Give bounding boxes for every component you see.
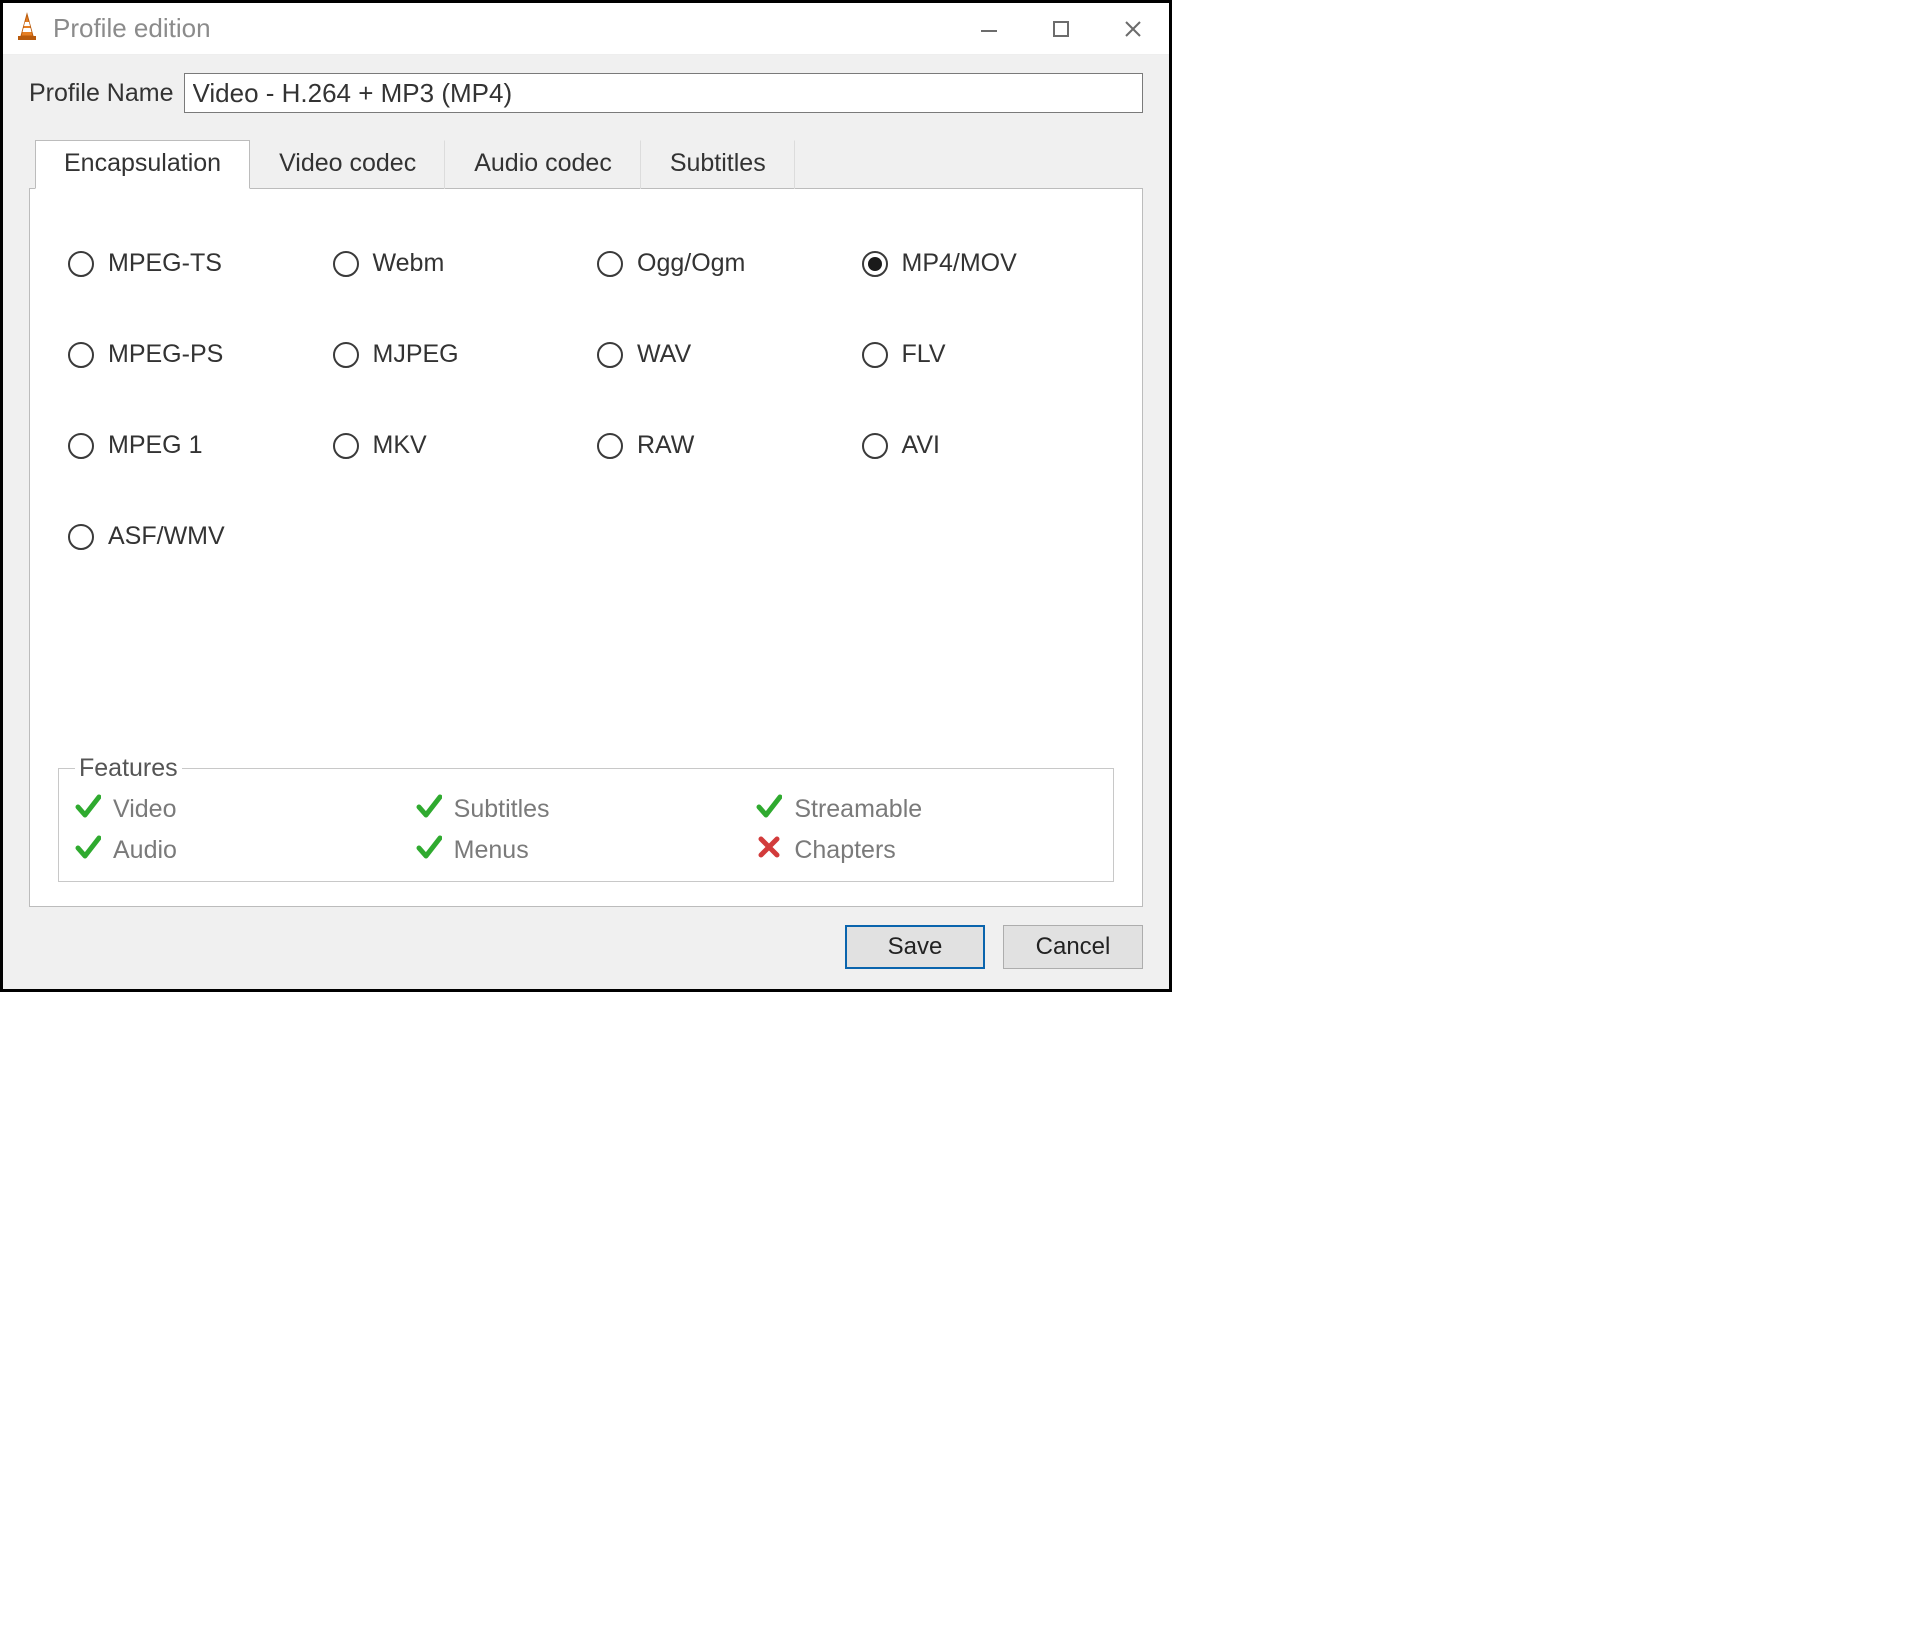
feature-label: Chapters (794, 836, 895, 865)
tab-strip: Encapsulation Video codec Audio codec Su… (35, 140, 1143, 189)
radio-label: MPEG-TS (108, 249, 222, 278)
radio-indicator-icon (333, 433, 359, 459)
radio-indicator-icon (333, 251, 359, 277)
radio-indicator-icon (68, 342, 94, 368)
save-button[interactable]: Save (845, 925, 985, 969)
radio-raw[interactable]: RAW (597, 431, 852, 460)
feature-label: Subtitles (454, 795, 550, 824)
tab-audio-codec[interactable]: Audio codec (445, 140, 641, 189)
radio-avi[interactable]: AVI (862, 431, 1117, 460)
radio-label: Ogg/Ogm (637, 249, 745, 278)
cancel-button[interactable]: Cancel (1003, 925, 1143, 969)
radio-webm[interactable]: Webm (333, 249, 588, 278)
vlc-cone-icon (13, 12, 41, 42)
feature-subtitles: Subtitles (416, 793, 757, 826)
feature-label: Audio (113, 836, 177, 865)
radio-label: MKV (373, 431, 427, 460)
radio-wav[interactable]: WAV (597, 340, 852, 369)
radio-mjpeg[interactable]: MJPEG (333, 340, 588, 369)
tab-label: Encapsulation (64, 149, 221, 177)
tab-panel-encapsulation: MPEG-TS Webm Ogg/Ogm MP4/MOV MPEG-PS MJPEG WAV… (29, 188, 1143, 907)
feature-menus: Menus (416, 834, 757, 867)
radio-indicator-icon (862, 342, 888, 368)
tab-label: Subtitles (670, 149, 766, 177)
profile-name-label: Profile Name (29, 79, 174, 108)
radio-indicator-icon (862, 251, 888, 277)
radio-indicator-icon (68, 524, 94, 550)
window-title: Profile edition (53, 13, 211, 44)
radio-indicator-icon (333, 342, 359, 368)
cross-icon (756, 834, 782, 867)
encapsulation-radio-grid: MPEG-TS Webm Ogg/Ogm MP4/MOV MPEG-PS MJPEG WAV… (68, 249, 1116, 551)
feature-streamable: Streamable (756, 793, 1097, 826)
radio-label: MPEG 1 (108, 431, 202, 460)
radio-flv[interactable]: FLV (862, 340, 1117, 369)
radio-label: MJPEG (373, 340, 459, 369)
feature-audio: Audio (75, 834, 416, 867)
minimize-button[interactable] (953, 3, 1025, 54)
radio-label: MP4/MOV (902, 249, 1017, 278)
tab-subtitles[interactable]: Subtitles (641, 140, 795, 189)
radio-label: Webm (373, 249, 445, 278)
feature-label: Video (113, 795, 177, 824)
check-icon (416, 793, 442, 826)
feature-video: Video (75, 793, 416, 826)
dialog-body: Profile Name Encapsulation Video codec A… (3, 55, 1169, 989)
dialog-window: Profile edition Profile Name Encapsulati… (0, 0, 1172, 992)
check-icon (75, 793, 101, 826)
radio-label: WAV (637, 340, 691, 369)
profile-name-row: Profile Name (29, 73, 1143, 113)
radio-indicator-icon (597, 433, 623, 459)
features-grid: Video Subtitles Streamable Audio Menus Chapte… (75, 793, 1097, 867)
radio-label: ASF/WMV (108, 522, 225, 551)
radio-label: AVI (902, 431, 940, 460)
title-bar: Profile edition (3, 3, 1169, 55)
feature-label: Streamable (794, 795, 922, 824)
tab-label: Video codec (279, 149, 416, 177)
radio-indicator-icon (68, 251, 94, 277)
radio-mkv[interactable]: MKV (333, 431, 588, 460)
radio-mpeg-1[interactable]: MPEG 1 (68, 431, 323, 460)
radio-label: RAW (637, 431, 694, 460)
close-button[interactable] (1097, 3, 1169, 54)
profile-name-input[interactable] (184, 73, 1144, 113)
features-legend: Features (75, 754, 182, 783)
radio-indicator-icon (862, 433, 888, 459)
radio-indicator-icon (68, 433, 94, 459)
radio-label: FLV (902, 340, 946, 369)
tab-video-codec[interactable]: Video codec (250, 140, 445, 189)
radio-asf-wmv[interactable]: ASF/WMV (68, 522, 323, 551)
maximize-button[interactable] (1025, 3, 1097, 54)
radio-label: MPEG-PS (108, 340, 223, 369)
check-icon (756, 793, 782, 826)
tab-encapsulation[interactable]: Encapsulation (35, 140, 250, 189)
dialog-button-row: Save Cancel (29, 907, 1143, 969)
tab-label: Audio codec (474, 149, 612, 177)
radio-ogg-ogm[interactable]: Ogg/Ogm (597, 249, 852, 278)
feature-chapters: Chapters (756, 834, 1097, 867)
check-icon (416, 834, 442, 867)
radio-indicator-icon (597, 251, 623, 277)
feature-label: Menus (454, 836, 529, 865)
features-group: Features Video Subtitles Streamable Audio Me… (58, 754, 1114, 882)
radio-mpeg-ps[interactable]: MPEG-PS (68, 340, 323, 369)
window-buttons (953, 3, 1169, 54)
radio-mpeg-ts[interactable]: MPEG-TS (68, 249, 323, 278)
radio-mp4-mov[interactable]: MP4/MOV (862, 249, 1117, 278)
check-icon (75, 834, 101, 867)
radio-indicator-icon (597, 342, 623, 368)
